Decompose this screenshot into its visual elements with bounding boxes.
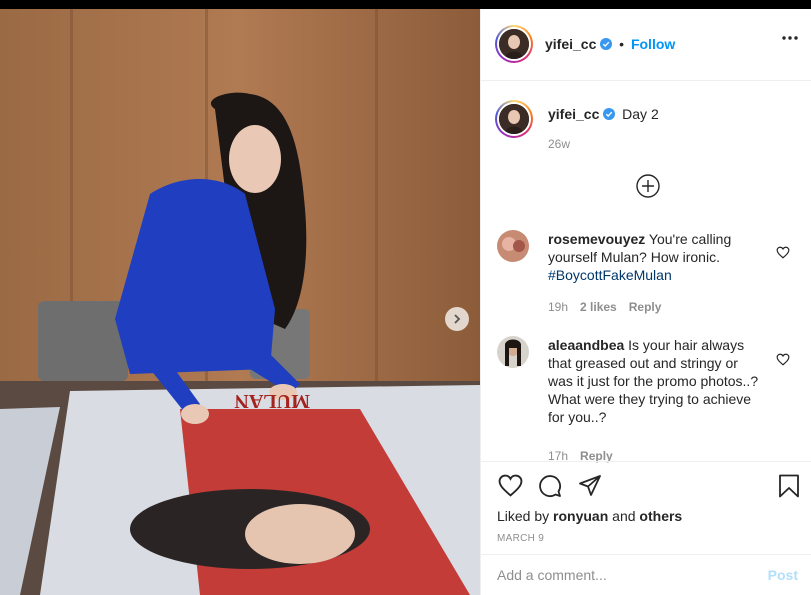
next-slide-button[interactable] bbox=[445, 307, 469, 331]
comment-icon[interactable] bbox=[538, 474, 562, 498]
comment-item: rosemevouyez You're calling yourself Mul… bbox=[497, 230, 797, 320]
post-comment-button[interactable]: Post bbox=[768, 567, 798, 583]
caption-username[interactable]: yifei_cc bbox=[548, 106, 599, 122]
add-comment-bar: Post bbox=[481, 554, 811, 595]
comment-item: aleaandbea Is your hair always that grea… bbox=[497, 336, 797, 463]
comment-username[interactable]: rosemevouyez bbox=[548, 231, 645, 247]
comment-avatar[interactable] bbox=[497, 230, 529, 262]
post-photo-image: MULAN bbox=[0, 9, 480, 595]
comment-avatar-image bbox=[497, 230, 529, 262]
caption-text: Day 2 bbox=[622, 106, 659, 122]
post-date[interactable]: MARCH 9 bbox=[497, 533, 544, 544]
share-icon[interactable] bbox=[578, 474, 602, 498]
post-photo[interactable]: MULAN bbox=[0, 9, 480, 595]
post-side-panel: yifei_cc • Follow yifei_cc Day 2 26w ros… bbox=[480, 9, 811, 595]
author-avatar[interactable] bbox=[495, 25, 533, 63]
chevron-right-icon bbox=[454, 314, 461, 324]
post-actions-section: Liked by ronyuan and others MARCH 9 bbox=[481, 461, 811, 555]
comment-reply-button[interactable]: Reply bbox=[629, 300, 662, 314]
comment-body: aleaandbea Is your hair always that grea… bbox=[548, 336, 763, 426]
comment-body: rosemevouyez You're calling yourself Mul… bbox=[548, 230, 763, 284]
verified-badge-icon bbox=[603, 108, 616, 120]
follow-button[interactable]: Follow bbox=[631, 36, 675, 52]
caption-age[interactable]: 26w bbox=[548, 137, 570, 151]
author-username[interactable]: yifei_cc bbox=[545, 36, 596, 52]
liked-by-user[interactable]: ronyuan bbox=[553, 508, 608, 524]
heart-icon[interactable] bbox=[776, 353, 790, 366]
comment-likes[interactable]: 2 likes bbox=[580, 300, 617, 314]
browser-top-strip bbox=[0, 0, 811, 9]
comment-avatar-image bbox=[497, 336, 529, 368]
caption-author-avatar[interactable] bbox=[495, 100, 533, 138]
liked-by-prefix: Liked by bbox=[497, 508, 550, 524]
header-separator: • bbox=[619, 36, 625, 52]
liked-by-joiner: and bbox=[612, 508, 636, 524]
caption-avatar-image bbox=[499, 104, 529, 134]
verified-badge-icon bbox=[600, 38, 613, 50]
comment-hashtag[interactable]: #BoycottFakeMulan bbox=[548, 267, 672, 283]
author-avatar-image bbox=[499, 29, 529, 59]
liked-by-others[interactable]: others bbox=[639, 508, 682, 524]
more-options-icon[interactable] bbox=[782, 36, 798, 40]
comment-age[interactable]: 19h bbox=[548, 300, 568, 314]
comment-username[interactable]: aleaandbea bbox=[548, 337, 624, 353]
bookmark-icon[interactable] bbox=[778, 474, 800, 498]
add-comment-input[interactable] bbox=[497, 565, 757, 585]
like-heart-icon[interactable] bbox=[498, 474, 523, 497]
caption-text-row: yifei_cc Day 2 bbox=[548, 106, 659, 122]
comment-avatar[interactable] bbox=[497, 336, 529, 368]
comment-meta: 19h 2 likes Reply bbox=[548, 300, 661, 314]
post-header: yifei_cc • Follow bbox=[481, 9, 811, 81]
heart-icon[interactable] bbox=[776, 246, 790, 259]
poster-title-text: MULAN bbox=[234, 390, 310, 412]
liked-by-line: Liked by ronyuan and others bbox=[497, 508, 682, 524]
load-more-comments-icon[interactable] bbox=[635, 173, 661, 199]
